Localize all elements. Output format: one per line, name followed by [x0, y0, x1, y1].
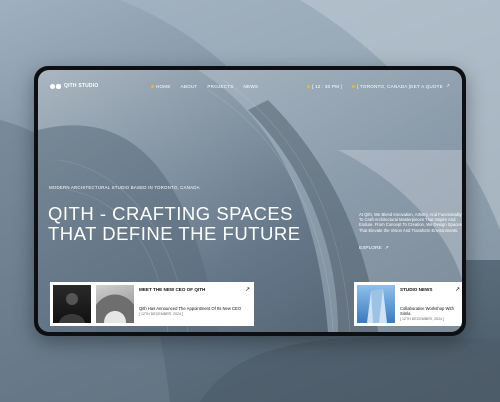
arrow-up-right-icon[interactable]: ↗ — [455, 286, 460, 293]
nav-item-about[interactable]: ABOUT — [181, 84, 198, 89]
location-dot-icon — [352, 84, 356, 88]
explore-link[interactable]: EXPLORE ↗ — [359, 246, 389, 251]
get-a-quote-button[interactable]: GET A QUOTE ↗ — [410, 83, 450, 89]
nav-item-label: HOME — [156, 83, 171, 89]
card-date: [ 12TH DECEMBER, 2024 ] — [400, 317, 445, 321]
card-text: Collaborative Workshop With Simla — [400, 306, 454, 316]
architecture-image — [96, 285, 134, 323]
get-a-quote-label: GET A QUOTE — [409, 83, 443, 89]
ceo-portrait-image — [53, 285, 91, 323]
hero-tagline: MODERN ARCHITECTURAL STUDIO BASED IN TOR… — [49, 185, 200, 190]
ceo-news-card[interactable]: MEET THE NEW CEO OF QITH Qith Has Announ… — [50, 282, 254, 326]
nav-item-label: ABOUT — [180, 83, 198, 89]
nav-item-projects[interactable]: PROJECTS — [207, 84, 233, 89]
headline-line-1: QITH - CRAFTING SPACES — [48, 203, 294, 224]
nav-item-news[interactable]: NEWS — [244, 84, 259, 89]
nav-item-label: NEWS — [243, 83, 259, 89]
location: [ TORONTO, CANADA ] — [352, 84, 410, 89]
arch-shape — [96, 294, 134, 323]
time-text: [ 12 : 30 PM ] — [312, 83, 343, 89]
arrow-up-right-icon: ↗ — [445, 83, 450, 88]
card-title: MEET THE NEW CEO OF QITH — [139, 287, 206, 292]
card-body: MEET THE NEW CEO OF QITH Qith Has Announ… — [139, 285, 251, 323]
laptop-screen-frame: QITH STUDIO HOME ABOUT PROJECTS NEWS [ 1… — [34, 66, 466, 336]
logo-icon — [50, 83, 61, 89]
local-time: [ 12 : 30 PM ] — [307, 84, 342, 89]
card-text: Qith Has Announced The Appointment Of It… — [139, 306, 242, 311]
nav-item-label: PROJECTS — [207, 83, 234, 89]
brand-logo[interactable]: QITH STUDIO — [50, 83, 98, 89]
card-date: [ 12TH DECEMBER, 2024 ] — [139, 312, 184, 316]
hero-description: At Qith, We Blend Innovation, Artistry, … — [359, 212, 462, 233]
building-shape — [367, 289, 387, 323]
active-dot-icon — [151, 84, 154, 88]
top-navigation: QITH STUDIO HOME ABOUT PROJECTS NEWS [ 1… — [50, 80, 450, 92]
card-body: STUDIO NEWS Collaborative Workshop With … — [400, 285, 461, 323]
studio-news-card[interactable]: STUDIO NEWS Collaborative Workshop With … — [354, 282, 462, 326]
header-meta: [ 12 : 30 PM ] [ TORONTO, CANADA ] — [307, 84, 410, 89]
arrow-up-right-icon[interactable]: ↗ — [245, 286, 250, 293]
hero-headline: QITH - CRAFTING SPACES THAT DEFINE THE F… — [48, 204, 301, 244]
nav-item-home[interactable]: HOME — [151, 84, 171, 89]
website-screen: QITH STUDIO HOME ABOUT PROJECTS NEWS [ 1… — [38, 70, 462, 332]
headline-line-2: THAT DEFINE THE FUTURE — [48, 223, 301, 244]
building-image — [357, 285, 395, 323]
main-menu: HOME ABOUT PROJECTS NEWS — [151, 84, 258, 89]
explore-label: EXPLORE — [359, 246, 382, 251]
time-dot-icon — [307, 84, 310, 88]
location-text: [ TORONTO, CANADA ] — [357, 83, 411, 89]
card-title: STUDIO NEWS — [400, 287, 433, 292]
arrow-up-right-icon: ↗ — [384, 246, 389, 251]
portrait-silhouette — [59, 293, 85, 323]
brand-name: QITH STUDIO — [64, 83, 99, 89]
